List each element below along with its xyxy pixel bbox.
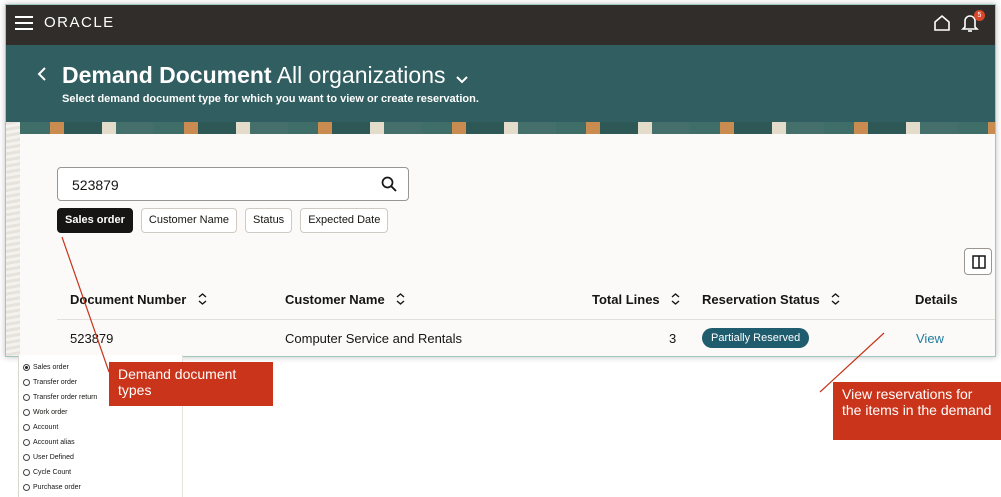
callout-demand-types: Demand document types (109, 362, 273, 406)
callout-line-types (61, 236, 110, 373)
callout-view-reservations: View reservations for the items in the d… (833, 382, 1001, 440)
